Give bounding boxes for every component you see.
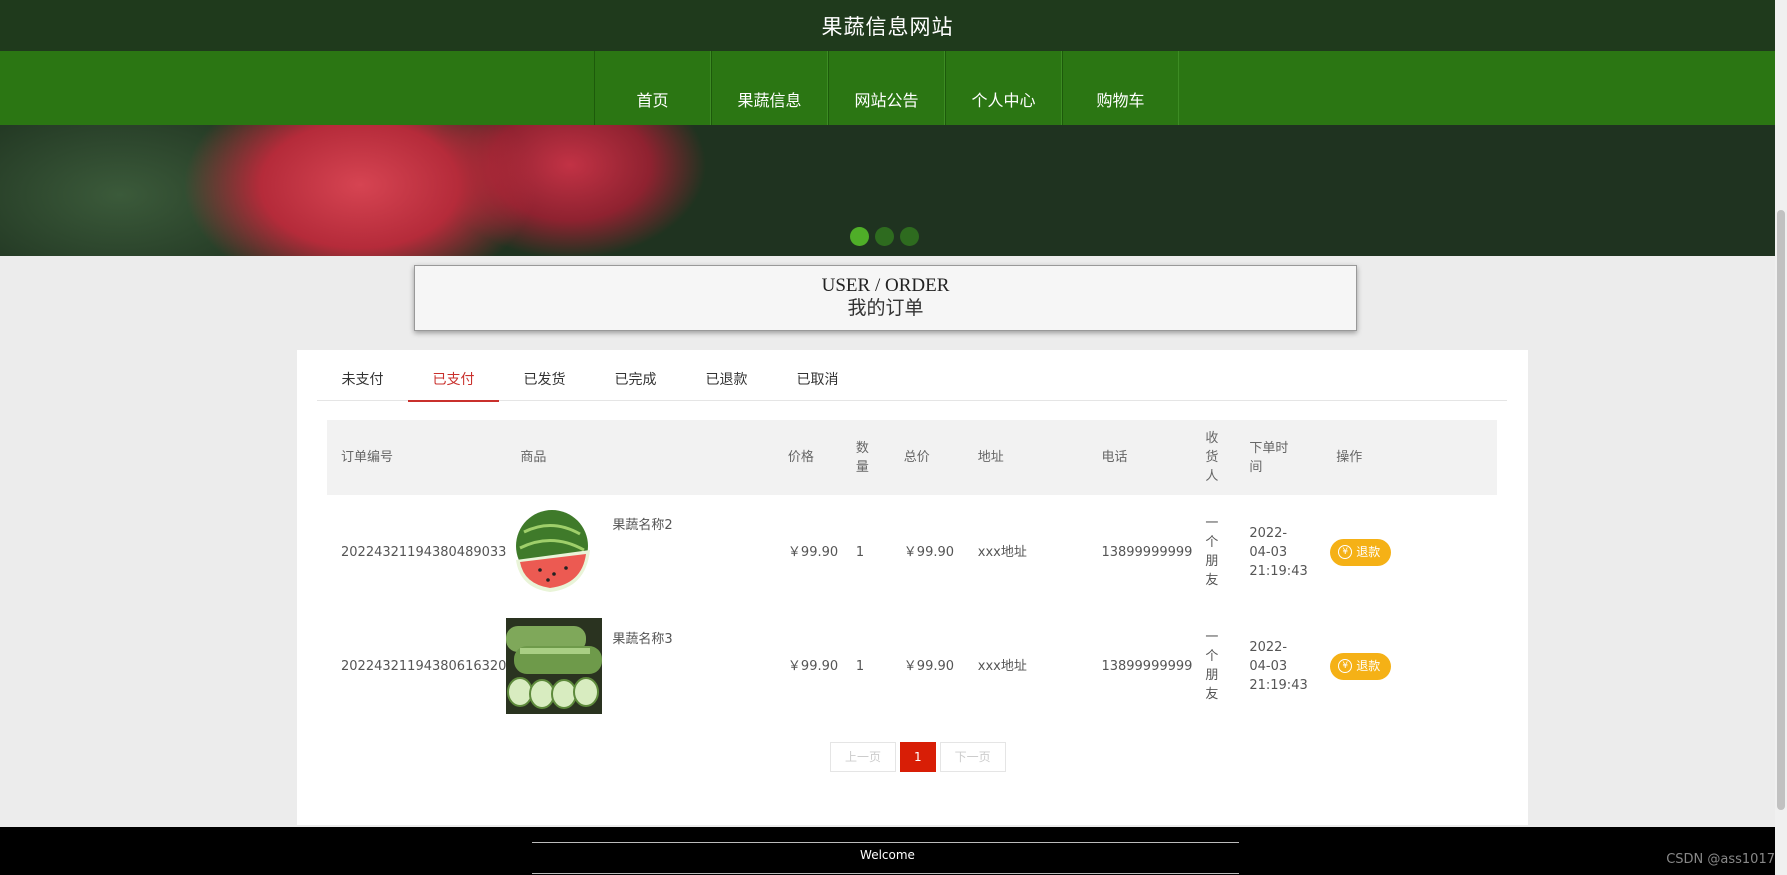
header-receiver-text: 收 货 人 [1205,431,1219,484]
footer: Welcome [0,827,1775,875]
action-cell: ¥ 退款 [1322,495,1497,609]
page-1-button[interactable]: 1 [900,742,936,772]
table-row: 20224321194380489033 果蔬名称2 ￥99.90 1 ￥99.… [327,495,1497,609]
product-name[interactable]: 果蔬名称3 [612,630,672,649]
footer-divider-top [532,842,1239,843]
header-quantity-text: 数 量 [855,440,869,475]
order-status-tabs: 未支付 已支付 已发货 已完成 已退款 已取消 [317,350,1507,402]
nav-item-personal-center[interactable]: 个人中心 [945,51,1062,125]
receiver-text: 一 个 朋 友 [1205,630,1219,702]
orders-panel: 未支付 已支付 已发货 已完成 已退款 已取消 订单编号 商品 价格 数 量 总… [297,350,1528,825]
tab-completed[interactable]: 已完成 [590,350,681,401]
quantity: 1 [855,658,865,674]
refund-button[interactable]: ¥ 退款 [1330,538,1392,566]
header-action: 操作 [1322,420,1497,495]
action-cell: ¥ 退款 [1322,609,1497,723]
quantity: 1 [855,544,865,560]
watermelon-image[interactable] [506,504,603,600]
order-time: 2022- 04-03 21:19:43 [1241,495,1322,609]
phone: 13899999999 [1101,658,1193,674]
tab-unpaid[interactable]: 未支付 [317,350,408,401]
nav-item-cart[interactable]: 购物车 [1062,51,1179,125]
carousel-dot-2[interactable] [875,227,894,246]
carousel-dot-3[interactable] [900,227,919,246]
tab-shipped[interactable]: 已发货 [499,350,590,401]
main-nav: 首页 果蔬信息 网站公告 个人中心 购物车 [0,51,1775,125]
receiver-text: 一 个 朋 友 [1205,516,1219,588]
header-product: 商品 [506,420,774,495]
receiver: 一 个 朋 友 [1197,609,1241,723]
header-order-no: 订单编号 [327,420,507,495]
carousel-dots [850,227,919,246]
refund-button[interactable]: ¥ 退款 [1330,652,1392,680]
pagination: 上一页 1 下一页 [830,742,1006,772]
header-price: 价格 [773,420,848,495]
scrollbar-thumb[interactable] [1777,210,1785,810]
nav-item-produce-info[interactable]: 果蔬信息 [711,51,828,125]
total: ￥99.90 [903,658,955,674]
header-order-time: 下单时 间 [1241,420,1323,495]
header-total: 总价 [889,420,964,495]
header-order-time-text: 下单时 间 [1249,440,1289,475]
tab-cancelled[interactable]: 已取消 [772,350,863,401]
refund-label: 退款 [1356,658,1381,673]
nav-item-home[interactable]: 首页 [594,51,711,125]
order-time-text: 2022- 04-03 21:19:43 [1249,639,1308,693]
orders-table: 订单编号 商品 价格 数 量 总价 地址 电话 收 货 人 下单时 间 操作 2… [327,420,1497,723]
header-address: 地址 [963,420,1088,495]
product-name[interactable]: 果蔬名称2 [612,516,672,535]
receiver: 一 个 朋 友 [1197,495,1241,609]
section-title-cn: 我的订单 [847,298,924,319]
winter-melon-image[interactable] [506,618,603,714]
banner-carousel [0,125,1775,256]
address: xxx地址 [977,658,1027,674]
top-bar: 果蔬信息网站 [0,0,1775,51]
header-quantity: 数 量 [847,420,890,495]
nav-item-announcements[interactable]: 网站公告 [828,51,945,125]
order-time: 2022- 04-03 21:19:43 [1241,609,1322,723]
product-cell: 果蔬名称3 [506,609,774,723]
footer-divider-bottom [532,873,1239,874]
footer-welcome: Welcome [860,848,915,862]
page-scrollbar[interactable] [1775,0,1787,875]
carousel-dot-1[interactable] [850,227,869,246]
order-no: 20224321194380616320 [341,658,507,674]
header-receiver: 收 货 人 [1197,420,1242,495]
section-title-box: USER / ORDER 我的订单 [414,265,1357,331]
tab-refunded[interactable]: 已退款 [681,350,772,401]
phone: 13899999999 [1101,544,1193,560]
next-page-button[interactable]: 下一页 [939,742,1006,772]
table-row: 20224321194380616320 果蔬名称3 ￥99.90 1 ￥99.… [327,609,1497,723]
order-time-text: 2022- 04-03 21:19:43 [1249,525,1308,579]
total: ￥99.90 [903,544,955,560]
product-cell: 果蔬名称2 [506,495,774,609]
prev-page-button[interactable]: 上一页 [830,742,897,772]
order-no: 20224321194380489033 [341,544,507,560]
yen-icon: ¥ [1338,659,1353,673]
site-title: 果蔬信息网站 [821,14,954,39]
watermark: CSDN @ass1017 [1666,852,1775,867]
yen-icon: ¥ [1338,545,1353,559]
price: ￥99.90 [787,658,839,674]
section-title-en: USER / ORDER [821,275,950,296]
table-header-row: 订单编号 商品 价格 数 量 总价 地址 电话 收 货 人 下单时 间 操作 [327,420,1497,495]
tab-paid[interactable]: 已支付 [408,350,499,402]
refund-label: 退款 [1356,544,1381,559]
address: xxx地址 [977,544,1027,560]
price: ￥99.90 [787,544,839,560]
header-phone: 电话 [1087,420,1198,495]
